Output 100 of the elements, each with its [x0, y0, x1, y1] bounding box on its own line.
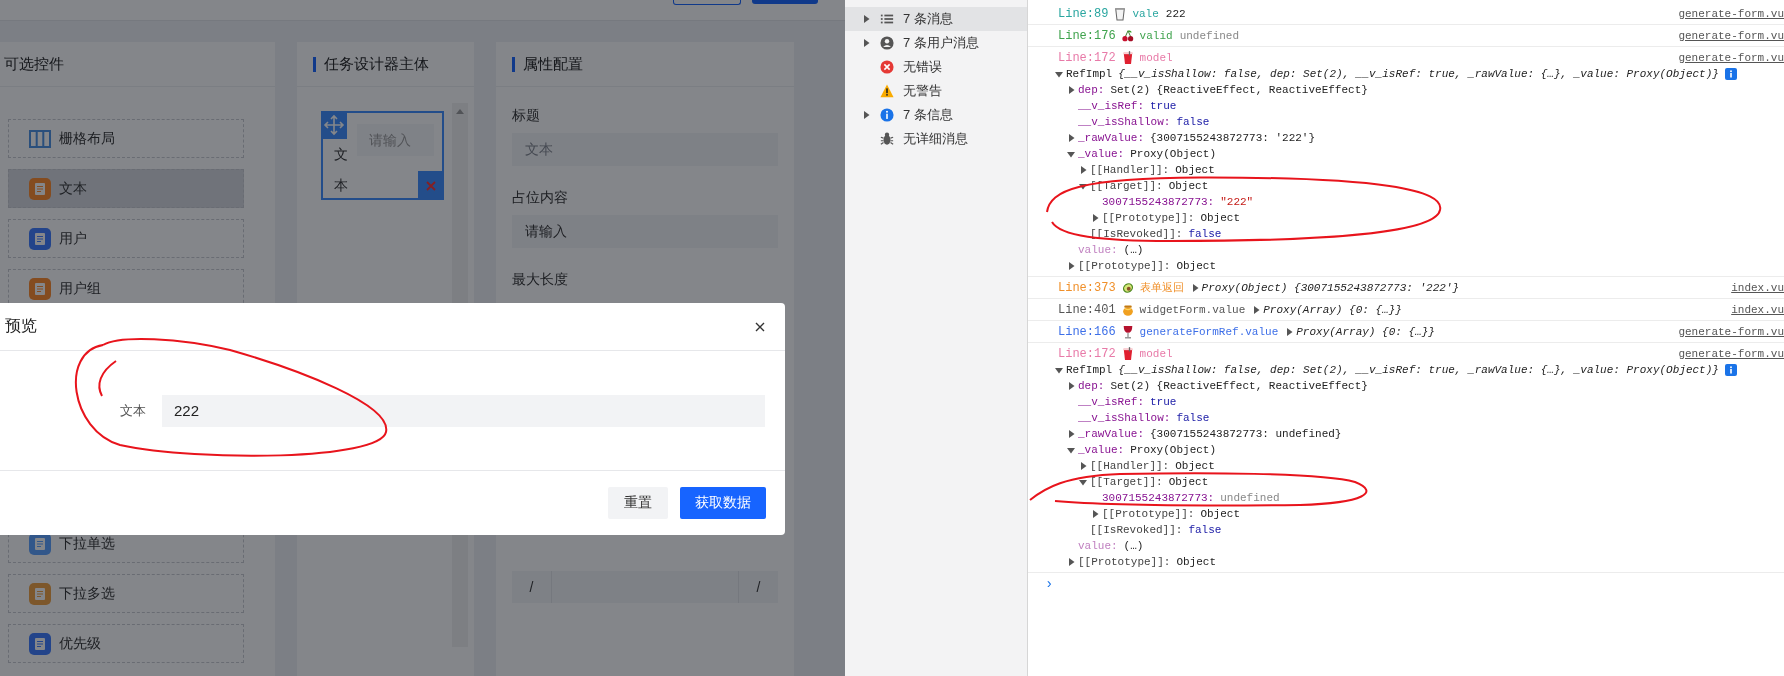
source-link[interactable]: generate-form.vu: [1678, 51, 1784, 64]
message-filter-item[interactable]: 7 条用户消息: [845, 31, 1027, 55]
disclosure-triangle[interactable]: [1055, 366, 1063, 374]
property-value: Object: [1176, 260, 1217, 272]
source-link[interactable]: generate-form.vu: [1678, 7, 1784, 20]
property-key: [[Handler]]:: [1090, 164, 1170, 176]
property-key: value:: [1078, 244, 1118, 256]
property-value: {__v_isShallow: false, dep: Set(2), __v_isRef: true, _rawValue: {…}, _value: Proxy(Object)}: [1118, 68, 1719, 80]
disclosure-triangle[interactable]: [862, 39, 870, 47]
input-field[interactable]: 请输入: [512, 215, 778, 248]
message-filter-item[interactable]: 7 条信息: [845, 103, 1027, 127]
disclosure-triangle[interactable]: [1091, 510, 1099, 518]
property-value: Object: [1175, 164, 1215, 176]
user-icon: [880, 36, 894, 50]
property-key: dep:: [1078, 84, 1105, 96]
source-link[interactable]: index.vu: [1731, 281, 1784, 294]
line-number: Line:401: [1058, 302, 1116, 317]
disclosure-triangle[interactable]: [1067, 262, 1075, 270]
close-icon[interactable]: [755, 321, 765, 332]
disclosure-triangle[interactable]: [1079, 478, 1087, 486]
message-filter-item[interactable]: 7 条消息: [845, 7, 1027, 31]
number-field[interactable]: / /: [512, 571, 778, 603]
palette-item[interactable]: 下拉多选: [8, 574, 244, 613]
bug-icon: [880, 132, 894, 146]
property-value: false: [1176, 116, 1210, 128]
property-key: [[Prototype]]:: [1078, 260, 1171, 272]
disclosure-triangle[interactable]: [1067, 86, 1075, 94]
disclosure-triangle[interactable]: [1067, 134, 1075, 142]
document-icon: [29, 632, 51, 655]
disclosure-triangle[interactable]: [862, 15, 870, 23]
disclosure-triangle[interactable]: [1252, 305, 1261, 314]
disclosure-triangle[interactable]: [1067, 558, 1075, 566]
property-value: true: [1150, 396, 1177, 408]
property-value: Object: [1200, 508, 1241, 520]
document-icon: [29, 227, 51, 250]
disclosure-triangle[interactable]: [1067, 430, 1075, 438]
cup-icon: [1121, 50, 1134, 65]
property-value: undefined: [1220, 492, 1280, 504]
palette-item[interactable]: 优先级: [8, 624, 244, 663]
disclosure-triangle[interactable]: [1067, 446, 1075, 454]
log-value: undefined: [1179, 29, 1240, 42]
source-link[interactable]: generate-form.vu: [1678, 347, 1784, 360]
message-filter-item[interactable]: 无错误: [845, 55, 1027, 79]
property-value: {3007155243872773: '222'}: [1150, 132, 1316, 144]
disclosure-triangle[interactable]: [1055, 70, 1063, 78]
fetch-data-button[interactable]: 获取数据: [680, 487, 766, 519]
property-key: dep:: [1078, 380, 1105, 392]
log-label: generateFormRef.value: [1139, 325, 1279, 338]
disclosure-triangle[interactable]: [1079, 166, 1087, 174]
source-link[interactable]: generate-form.vu: [1678, 325, 1784, 338]
log-label: model: [1139, 347, 1173, 360]
reset-button[interactable]: 重置: [608, 487, 668, 519]
avocado-icon: [1121, 280, 1134, 295]
field-label: 最大长度: [512, 270, 569, 289]
palette-item[interactable]: 栅格布局: [8, 119, 244, 158]
info-icon[interactable]: [1724, 364, 1737, 376]
disclosure-triangle[interactable]: [1285, 327, 1294, 336]
disclosure-triangle[interactable]: [1079, 462, 1087, 470]
prompt-caret[interactable]: ›: [1045, 576, 1054, 592]
property-key: _rawValue:: [1078, 132, 1144, 144]
property-value: {3007155243872773: undefined}: [1150, 428, 1342, 440]
line-number: Line:166: [1058, 324, 1116, 339]
property-value: Proxy(Object): [1130, 148, 1217, 160]
message-filter-item[interactable]: 无警告: [845, 79, 1027, 103]
field-label: 占位内容: [512, 188, 569, 207]
disclosure-triangle[interactable]: [1190, 283, 1199, 292]
property-value: false: [1188, 228, 1222, 240]
disclosure-triangle[interactable]: [1067, 150, 1075, 158]
disclosure-triangle[interactable]: [1091, 214, 1099, 222]
header-button[interactable]: [673, 0, 741, 5]
document-icon: [29, 177, 51, 200]
disclosure-triangle[interactable]: [862, 111, 870, 119]
text-field[interactable]: 222: [162, 394, 765, 427]
widget-label: 文本: [334, 145, 348, 195]
warning-icon: [880, 84, 894, 98]
log-label: widgetForm.value: [1139, 303, 1246, 316]
document-icon: [29, 582, 51, 605]
line-number: Line:172: [1058, 346, 1116, 361]
log-value: Proxy(Array) {0: {…}}: [1263, 303, 1402, 316]
cherries-icon: [1121, 28, 1134, 43]
panel-title: 任务设计器主体: [324, 54, 429, 74]
property-value: Object: [1176, 556, 1217, 568]
property-value: (…): [1123, 244, 1144, 256]
source-link[interactable]: index.vu: [1731, 303, 1784, 316]
message-filter-item[interactable]: 无详细消息: [845, 127, 1027, 151]
palette-item[interactable]: 用户: [8, 219, 244, 258]
accent-bar: [512, 56, 515, 72]
property-key: __v_isRef:: [1078, 396, 1144, 408]
info-icon[interactable]: [1724, 68, 1737, 80]
panel-title: 可选控件: [4, 54, 64, 74]
property-key: value:: [1078, 540, 1118, 552]
log-label: model: [1139, 51, 1173, 64]
disclosure-triangle[interactable]: [1067, 382, 1075, 390]
disclosure-triangle[interactable]: [1079, 182, 1087, 190]
property-key: __v_isShallow:: [1078, 116, 1171, 128]
property-value: Object: [1175, 460, 1215, 472]
property-key: __v_isShallow:: [1078, 412, 1171, 424]
palette-item[interactable]: 文本: [8, 169, 244, 208]
panel-title: 属性配置: [523, 54, 583, 74]
source-link[interactable]: generate-form.vu: [1678, 29, 1784, 42]
